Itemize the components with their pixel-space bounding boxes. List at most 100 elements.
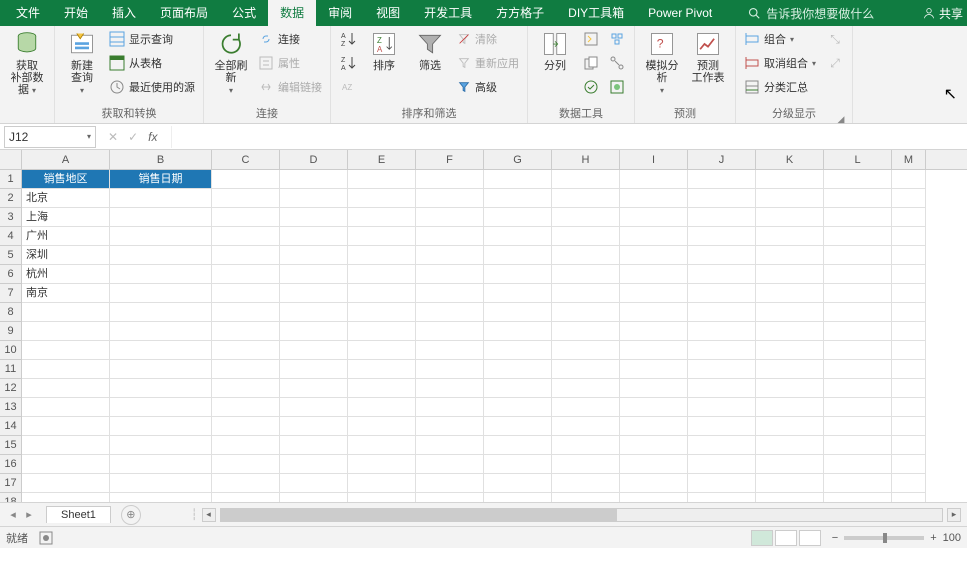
cell[interactable] xyxy=(892,189,926,208)
cell[interactable] xyxy=(22,455,110,474)
cell[interactable] xyxy=(22,493,110,502)
refresh-all-button[interactable]: 全部刷新▾ xyxy=(210,28,252,95)
cell[interactable] xyxy=(484,398,552,417)
cell[interactable] xyxy=(416,341,484,360)
cell[interactable] xyxy=(688,265,756,284)
data-validation-button[interactable] xyxy=(580,76,602,98)
cell[interactable] xyxy=(892,379,926,398)
cell[interactable] xyxy=(280,246,348,265)
cell[interactable] xyxy=(620,341,688,360)
cell[interactable] xyxy=(416,284,484,303)
cell[interactable] xyxy=(552,455,620,474)
cell[interactable] xyxy=(280,455,348,474)
cancel-icon[interactable]: ✕ xyxy=(108,130,118,144)
cell[interactable] xyxy=(620,284,688,303)
cell[interactable] xyxy=(416,265,484,284)
cell[interactable] xyxy=(552,360,620,379)
cell[interactable] xyxy=(416,208,484,227)
cell[interactable] xyxy=(620,246,688,265)
cell[interactable] xyxy=(892,265,926,284)
tab-ffgz[interactable]: 方方格子 xyxy=(484,0,556,26)
cell[interactable] xyxy=(348,341,416,360)
cell[interactable] xyxy=(484,493,552,502)
cell[interactable] xyxy=(552,417,620,436)
filter-button[interactable]: 筛选 xyxy=(409,28,451,72)
cell[interactable] xyxy=(484,227,552,246)
cell[interactable] xyxy=(348,493,416,502)
cell[interactable] xyxy=(688,170,756,189)
cell[interactable] xyxy=(824,455,892,474)
cell[interactable] xyxy=(892,322,926,341)
cell[interactable] xyxy=(348,189,416,208)
cell[interactable] xyxy=(552,379,620,398)
cell[interactable] xyxy=(22,417,110,436)
cell[interactable] xyxy=(348,227,416,246)
relationships-button[interactable] xyxy=(606,52,628,74)
cell[interactable] xyxy=(892,455,926,474)
sort-desc-button[interactable]: ZA xyxy=(337,52,359,74)
cell[interactable] xyxy=(484,455,552,474)
cell[interactable] xyxy=(756,246,824,265)
cell[interactable] xyxy=(484,417,552,436)
cell[interactable] xyxy=(620,189,688,208)
cell[interactable] xyxy=(892,208,926,227)
group-button[interactable]: 组合 ▾ xyxy=(742,28,818,50)
zoom-slider[interactable] xyxy=(844,536,924,540)
tab-formulas[interactable]: 公式 xyxy=(220,0,268,26)
cell[interactable] xyxy=(484,474,552,493)
cell[interactable] xyxy=(348,436,416,455)
cell[interactable] xyxy=(552,246,620,265)
cell[interactable] xyxy=(348,398,416,417)
cell[interactable] xyxy=(688,303,756,322)
tab-developer[interactable]: 开发工具 xyxy=(412,0,484,26)
cell[interactable] xyxy=(620,417,688,436)
row-header-6[interactable]: 6 xyxy=(0,265,21,284)
cell[interactable] xyxy=(756,417,824,436)
cell[interactable] xyxy=(416,398,484,417)
cell[interactable] xyxy=(552,227,620,246)
tab-view[interactable]: 视图 xyxy=(364,0,412,26)
cell[interactable] xyxy=(416,436,484,455)
cell[interactable] xyxy=(348,474,416,493)
cell[interactable] xyxy=(756,208,824,227)
cell[interactable] xyxy=(688,360,756,379)
cell[interactable] xyxy=(552,284,620,303)
col-header-E[interactable]: E xyxy=(348,150,416,169)
cell[interactable] xyxy=(110,360,212,379)
col-header-D[interactable]: D xyxy=(280,150,348,169)
cell[interactable] xyxy=(756,493,824,502)
row-header-16[interactable]: 16 xyxy=(0,455,21,474)
col-header-I[interactable]: I xyxy=(620,150,688,169)
tab-review[interactable]: 审阅 xyxy=(316,0,364,26)
col-header-F[interactable]: F xyxy=(416,150,484,169)
cell[interactable] xyxy=(416,455,484,474)
connections-button[interactable]: 连接 xyxy=(256,28,324,50)
cell[interactable] xyxy=(824,341,892,360)
cell[interactable] xyxy=(110,322,212,341)
cell[interactable] xyxy=(688,341,756,360)
cell[interactable] xyxy=(212,303,280,322)
row-header-4[interactable]: 4 xyxy=(0,227,21,246)
cell[interactable] xyxy=(280,227,348,246)
cell[interactable] xyxy=(110,398,212,417)
cell[interactable] xyxy=(620,474,688,493)
cell[interactable] xyxy=(212,265,280,284)
share-button[interactable]: 共享 xyxy=(923,5,967,22)
hscroll-track[interactable] xyxy=(220,508,944,522)
cell[interactable] xyxy=(280,208,348,227)
cell[interactable] xyxy=(620,303,688,322)
cell[interactable] xyxy=(824,322,892,341)
clear-filter-button[interactable]: 清除 xyxy=(455,28,521,50)
col-header-L[interactable]: L xyxy=(824,150,892,169)
subtotal-button[interactable]: 分类汇总 xyxy=(742,76,818,98)
cell[interactable] xyxy=(824,379,892,398)
cell[interactable] xyxy=(212,341,280,360)
cell[interactable] xyxy=(22,360,110,379)
sort-asc-button[interactable]: AZ xyxy=(337,28,359,50)
cell[interactable] xyxy=(110,474,212,493)
tab-home[interactable]: 开始 xyxy=(52,0,100,26)
cell[interactable] xyxy=(620,360,688,379)
col-header-M[interactable]: M xyxy=(892,150,926,169)
cell[interactable] xyxy=(688,189,756,208)
add-sheet-button[interactable]: ⊕ xyxy=(121,505,141,525)
